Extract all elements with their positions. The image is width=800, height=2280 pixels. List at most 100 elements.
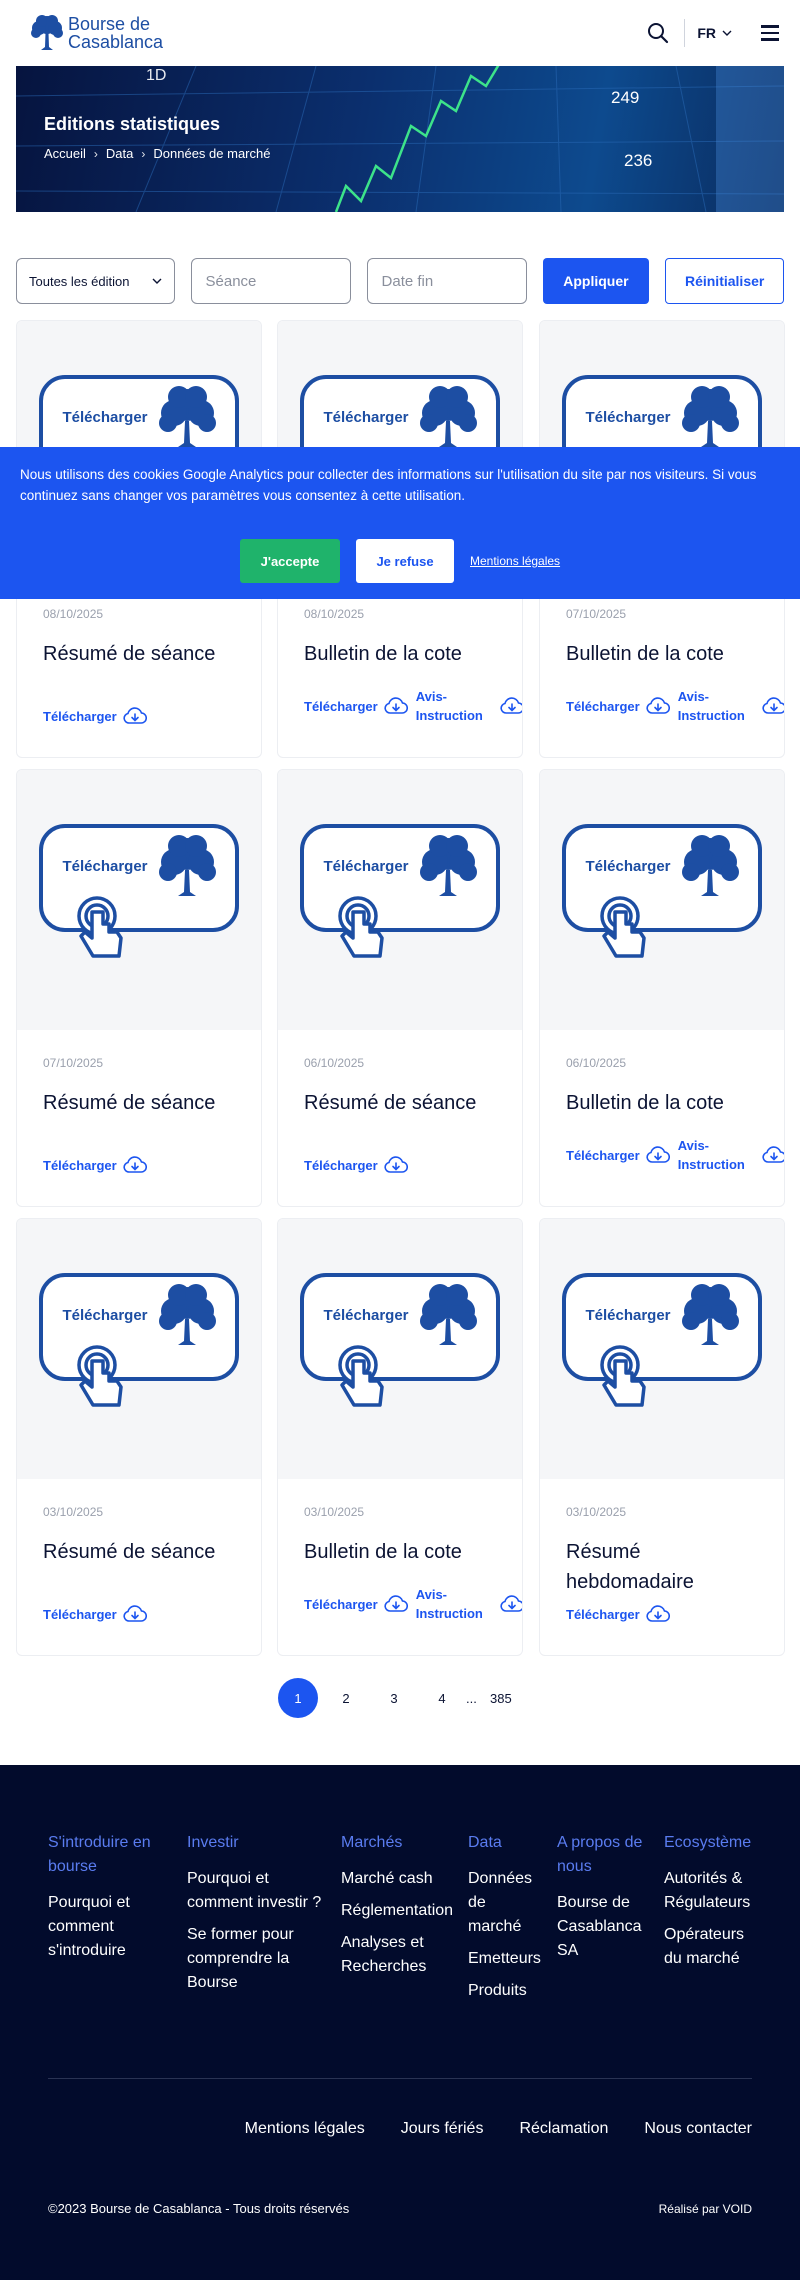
footer-complaint-link[interactable]: Réclamation: [519, 2120, 608, 2138]
download-link[interactable]: Télécharger: [566, 1605, 670, 1623]
card-title[interactable]: Bulletin de la cote: [566, 639, 766, 669]
breadcrumb-current: Données de marché: [153, 146, 271, 161]
site-footer: S'introduire en bourse Pourquoi et comme…: [0, 1765, 800, 2280]
language-selector[interactable]: FR: [697, 25, 732, 41]
card-thumbnail[interactable]: Télécharger: [540, 770, 784, 1030]
search-button[interactable]: [638, 13, 678, 53]
download-link[interactable]: Télécharger: [304, 697, 408, 715]
card-title[interactable]: Résumé de séance: [43, 1088, 243, 1118]
card-links: Télécharger Avis-Instruction: [304, 1585, 522, 1623]
footer-link[interactable]: Analyses et Recherches: [341, 1931, 461, 1979]
card-links: Télécharger: [304, 1156, 514, 1174]
edition-card: Télécharger 06/10/2025 Bulletin de la co…: [539, 769, 785, 1207]
card-title[interactable]: Résumé hebdomadaire: [566, 1537, 766, 1597]
card-thumbnail[interactable]: Télécharger: [278, 770, 522, 1030]
hamburger-menu-button[interactable]: [756, 19, 784, 47]
download-link[interactable]: Télécharger: [566, 697, 670, 715]
download-link[interactable]: Télécharger: [304, 1156, 408, 1174]
edition-card: Télécharger 07/10/2025 Résumé de séance …: [16, 769, 262, 1207]
footer-heading[interactable]: Investir: [187, 1831, 327, 1855]
date-fin-input[interactable]: [366, 258, 527, 304]
legal-mentions-link[interactable]: Mentions légales: [470, 554, 560, 568]
footer-heading[interactable]: Ecosystème: [664, 1831, 764, 1855]
footer-heading[interactable]: Data: [468, 1831, 543, 1855]
download-illustration-icon: Télécharger: [300, 824, 500, 958]
language-label: FR: [697, 25, 716, 41]
card-date: 03/10/2025: [43, 1505, 104, 1519]
footer-heading[interactable]: S'introduire en bourse: [48, 1831, 163, 1879]
edition-card: Télécharger 03/10/2025 Bulletin de la co…: [277, 1218, 523, 1656]
cloud-download-icon: [123, 1605, 147, 1622]
footer-heading[interactable]: A propos de nous: [557, 1831, 652, 1879]
card-thumbnail[interactable]: Télécharger: [17, 1219, 261, 1479]
page-last-button[interactable]: 385: [481, 1678, 521, 1718]
accept-cookies-button[interactable]: J'accepte: [240, 539, 340, 583]
avis-instruction-link[interactable]: Avis-Instruction: [416, 687, 522, 725]
edition-card: Télécharger 03/10/2025 Résumé de séance …: [16, 1218, 262, 1656]
card-thumbnail[interactable]: Télécharger: [278, 1219, 522, 1479]
avis-instruction-link[interactable]: Avis-Instruction: [416, 1585, 522, 1623]
breadcrumb-home[interactable]: Accueil: [44, 146, 86, 161]
edition-card: Télécharger 03/10/2025 Résumé hebdomadai…: [539, 1218, 785, 1656]
footer-link[interactable]: Réglementation: [341, 1899, 461, 1923]
footer-link[interactable]: Opérateurs du marché: [664, 1923, 764, 1971]
card-links: Télécharger Avis-Instruction: [304, 687, 522, 725]
footer-contact-link[interactable]: Nous contacter: [644, 2120, 752, 2138]
reset-button[interactable]: Réinitialiser: [665, 258, 784, 304]
card-thumbnail[interactable]: Télécharger: [540, 1219, 784, 1479]
footer-link[interactable]: Pourquoi et comment investir ?: [187, 1867, 327, 1915]
download-link[interactable]: Télécharger: [43, 1605, 147, 1623]
download-link[interactable]: Télécharger: [566, 1146, 670, 1164]
footer-link[interactable]: Se former pour comprendre la Bourse: [187, 1923, 327, 1995]
made-by-link[interactable]: Réalisé par VOID: [659, 2202, 752, 2216]
card-links: Télécharger: [43, 707, 253, 725]
breadcrumb-data[interactable]: Data: [106, 146, 133, 161]
page: Bourse de Casablanca FR 1D 249 236 Editi…: [0, 0, 800, 2280]
footer-link[interactable]: Marché cash: [341, 1867, 461, 1891]
edition-select[interactable]: Toutes les édition: [16, 258, 175, 304]
download-illustration-icon: Télécharger: [39, 824, 239, 958]
footer-heading[interactable]: Marchés: [341, 1831, 461, 1855]
cloud-download-icon: [646, 1605, 670, 1622]
page-2-button[interactable]: 2: [326, 1678, 366, 1718]
download-link[interactable]: Télécharger: [304, 1595, 408, 1613]
svg-text:Télécharger: Télécharger: [323, 858, 408, 875]
card-thumbnail[interactable]: Télécharger: [17, 770, 261, 1030]
svg-text:Télécharger: Télécharger: [585, 409, 670, 426]
card-title[interactable]: Résumé de séance: [304, 1088, 504, 1118]
card-title[interactable]: Bulletin de la cote: [304, 639, 504, 669]
cloud-download-icon: [762, 697, 784, 714]
footer-link[interactable]: Données de marché: [468, 1867, 543, 1939]
pagination: 1 2 3 4 ... 385: [278, 1678, 521, 1718]
card-title[interactable]: Bulletin de la cote: [304, 1537, 504, 1567]
footer-holidays-link[interactable]: Jours fériés: [401, 2120, 484, 2138]
page-3-button[interactable]: 3: [374, 1678, 414, 1718]
card-date: 07/10/2025: [566, 607, 627, 621]
footer-legal-link[interactable]: Mentions légales: [245, 2120, 365, 2138]
footer-link[interactable]: Emetteurs: [468, 1947, 543, 1971]
refuse-cookies-button[interactable]: Je refuse: [356, 539, 454, 583]
seance-date-input[interactable]: [190, 258, 351, 304]
footer-link[interactable]: Bourse de Casablanca SA: [557, 1891, 652, 1963]
card-title[interactable]: Résumé de séance: [43, 639, 243, 669]
svg-text:Télécharger: Télécharger: [323, 409, 408, 426]
avis-instruction-link[interactable]: Avis-Instruction: [678, 687, 784, 725]
page-4-button[interactable]: 4: [422, 1678, 462, 1718]
logo[interactable]: Bourse de Casablanca: [30, 13, 163, 53]
footer-column-a-propos: A propos de nous Bourse de Casablanca SA: [557, 1831, 652, 1971]
download-link[interactable]: Télécharger: [43, 707, 147, 725]
svg-text:1D: 1D: [146, 67, 166, 84]
breadcrumb: Accueil › Data › Données de marché: [44, 146, 270, 161]
svg-text:Télécharger: Télécharger: [62, 409, 147, 426]
card-title[interactable]: Bulletin de la cote: [566, 1088, 766, 1118]
footer-column-ecosysteme: Ecosystème Autorités & Régulateurs Opéra…: [664, 1831, 764, 1979]
avis-instruction-link[interactable]: Avis-Instruction: [678, 1136, 784, 1174]
card-title[interactable]: Résumé de séance: [43, 1537, 243, 1567]
footer-link[interactable]: Produits: [468, 1979, 543, 2003]
footer-link[interactable]: Pourquoi et comment s'introduire: [48, 1891, 163, 1963]
download-link[interactable]: Télécharger: [43, 1156, 147, 1174]
download-illustration-icon: Télécharger: [562, 1273, 762, 1407]
page-1-button[interactable]: 1: [278, 1678, 318, 1718]
apply-button[interactable]: Appliquer: [542, 258, 650, 304]
footer-link[interactable]: Autorités & Régulateurs: [664, 1867, 764, 1915]
